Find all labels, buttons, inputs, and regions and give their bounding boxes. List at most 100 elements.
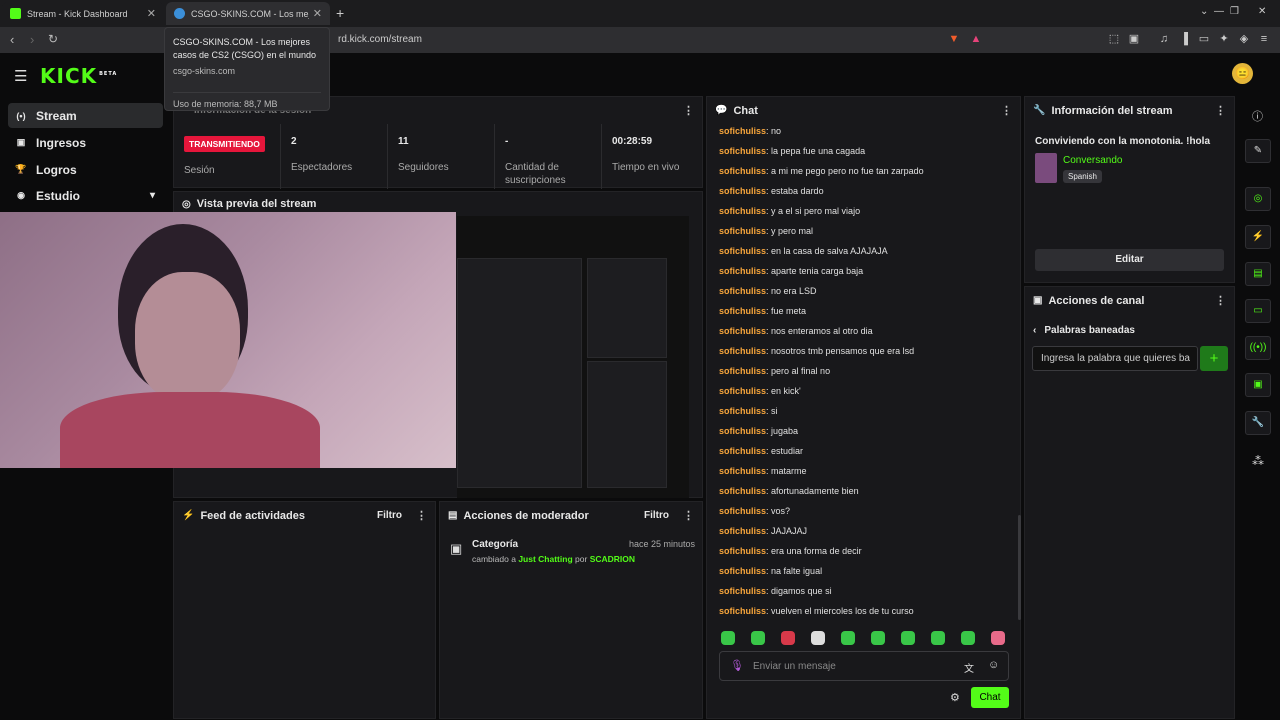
- chat-username[interactable]: sofichuliss: [719, 286, 766, 296]
- address-bar[interactable]: rd.kick.com/stream: [338, 34, 422, 45]
- sidebar-toggle-icon[interactable]: ▐: [1178, 33, 1190, 45]
- extensions-icon[interactable]: ⬚: [1108, 33, 1120, 45]
- chat-username[interactable]: sofichuliss: [719, 346, 766, 356]
- chat-username[interactable]: sofichuliss: [719, 586, 766, 596]
- chat-header: 💬 Chat ⋮: [707, 97, 1020, 124]
- feed-header: ⚡ Feed de actividades Filtro ⋮: [174, 502, 435, 529]
- rail-chat-icon[interactable]: ▭: [1245, 299, 1271, 323]
- emote-icon[interactable]: [871, 631, 885, 645]
- chat-username[interactable]: sofichuliss: [719, 606, 766, 616]
- chat-username[interactable]: sofichuliss: [719, 126, 766, 136]
- rail-doc-icon[interactable]: ▤: [1245, 262, 1271, 286]
- close-tab-icon[interactable]: ✕: [313, 7, 322, 20]
- sidebar-item-ingresos[interactable]: ▣ Ingresos: [8, 130, 163, 155]
- chat-username[interactable]: sofichuliss: [719, 526, 766, 536]
- rail-nodes-icon[interactable]: ⁂: [1252, 454, 1264, 468]
- mod-filter-button[interactable]: Filtro: [644, 510, 669, 521]
- chat-username[interactable]: sofichuliss: [719, 386, 766, 396]
- chat-send-button[interactable]: Chat: [971, 687, 1009, 708]
- rail-target-icon[interactable]: ◎: [1245, 187, 1271, 211]
- screenshot-icon[interactable]: ▣: [1128, 33, 1140, 45]
- user-avatar[interactable]: 😑: [1232, 63, 1253, 84]
- chat-username[interactable]: sofichuliss: [719, 266, 766, 276]
- translate-icon[interactable]: 文: [964, 660, 974, 675]
- chat-username[interactable]: sofichuliss: [719, 446, 766, 456]
- media-icon[interactable]: ♫: [1158, 33, 1170, 45]
- browser-tab-dashboard[interactable]: Stream - Kick Dashboard ✕: [2, 2, 164, 25]
- forward-icon[interactable]: ›: [30, 32, 34, 47]
- emoji-icon[interactable]: ☺: [988, 659, 999, 671]
- kick-logo[interactable]: KICK BETA: [40, 64, 117, 88]
- emote-icon[interactable]: [901, 631, 915, 645]
- rewards-icon[interactable]: ▲: [970, 33, 982, 45]
- more-options-icon[interactable]: ⋮: [1215, 104, 1226, 117]
- chat-username[interactable]: sofichuliss: [719, 326, 766, 336]
- back-icon[interactable]: ‹: [10, 32, 14, 47]
- emote-icon[interactable]: [841, 631, 855, 645]
- menu-icon[interactable]: ≡: [1258, 33, 1270, 45]
- chat-username[interactable]: sofichuliss: [719, 566, 766, 576]
- emote-icon[interactable]: [811, 631, 825, 645]
- chat-username[interactable]: sofichuliss: [719, 366, 766, 376]
- feed-filter-button[interactable]: Filtro: [377, 510, 402, 521]
- more-options-icon[interactable]: ⋮: [683, 509, 694, 522]
- chevron-down-icon[interactable]: ⌄: [1200, 6, 1208, 17]
- brave-shield-icon[interactable]: ▼: [948, 33, 960, 45]
- emote-icon[interactable]: [931, 631, 945, 645]
- window-close-icon[interactable]: ✕: [1258, 6, 1266, 17]
- chat-username[interactable]: sofichuliss: [719, 546, 766, 556]
- chat-username[interactable]: sofichuliss: [719, 246, 766, 256]
- sidebar-item-estudio[interactable]: ◉ Estudio ▾: [8, 183, 163, 208]
- browser-tab-csgo[interactable]: CSGO-SKINS.COM - Los mejores ✕: [166, 2, 330, 25]
- chat-username[interactable]: sofichuliss: [719, 406, 766, 416]
- minimize-icon[interactable]: —: [1214, 6, 1224, 17]
- emote-icon[interactable]: [751, 631, 765, 645]
- rail-layout-icon[interactable]: ▣: [1245, 373, 1271, 397]
- chat-username[interactable]: sofichuliss: [719, 146, 766, 156]
- mod-entry-category[interactable]: Just Chatting: [518, 554, 572, 564]
- mod-entry-user[interactable]: SCADRION: [590, 554, 635, 564]
- wallet-icon[interactable]: ▭: [1198, 33, 1210, 45]
- rail-wrench-icon[interactable]: 🔧: [1245, 411, 1271, 435]
- emote-icon[interactable]: [961, 631, 975, 645]
- rail-lightning-icon[interactable]: ⚡: [1245, 225, 1271, 249]
- emote-icon[interactable]: [721, 631, 735, 645]
- chat-settings-gear-icon[interactable]: ⚙: [950, 691, 960, 704]
- chat-username[interactable]: sofichuliss: [719, 186, 766, 196]
- leo-icon[interactable]: ✦: [1218, 33, 1230, 45]
- hamburger-menu-icon[interactable]: ☰: [14, 67, 27, 85]
- chat-input-box[interactable]: 🎙 Enviar un mensaje 文 ☺: [719, 651, 1009, 681]
- info-icon[interactable]: ⓘ: [1252, 108, 1263, 124]
- edit-pencil-icon[interactable]: ✎: [1245, 139, 1271, 163]
- chat-username[interactable]: sofichuliss: [719, 206, 766, 216]
- rail-broadcast-icon[interactable]: ((•)): [1245, 336, 1271, 360]
- microphone-icon[interactable]: 🎙: [730, 659, 744, 672]
- close-tab-icon[interactable]: ✕: [147, 7, 156, 20]
- more-options-icon[interactable]: ⋮: [1001, 104, 1012, 117]
- maximize-icon[interactable]: ❐: [1230, 6, 1239, 17]
- add-banned-word-button[interactable]: +: [1200, 346, 1228, 371]
- banned-words-back[interactable]: ‹ Palabras baneadas: [1033, 325, 1135, 336]
- chat-username[interactable]: sofichuliss: [719, 306, 766, 316]
- chat-scrollbar[interactable]: [1018, 515, 1021, 620]
- chat-username[interactable]: sofichuliss: [719, 466, 766, 476]
- chat-username[interactable]: sofichuliss: [719, 426, 766, 436]
- stream-category-link[interactable]: Conversando: [1063, 155, 1122, 166]
- emote-icon[interactable]: [781, 631, 795, 645]
- more-options-icon[interactable]: ⋮: [683, 104, 694, 117]
- sidebar-item-stream[interactable]: (•) Stream: [8, 103, 163, 128]
- chat-username[interactable]: sofichuliss: [719, 486, 766, 496]
- sidebar-item-logros[interactable]: 🏆 Logros: [8, 157, 163, 182]
- chat-username[interactable]: sofichuliss: [719, 506, 766, 516]
- vpn-icon[interactable]: ◈: [1238, 33, 1250, 45]
- more-options-icon[interactable]: ⋮: [416, 509, 427, 522]
- chat-username[interactable]: sofichuliss: [719, 226, 766, 236]
- stream-video[interactable]: [457, 216, 689, 498]
- more-options-icon[interactable]: ⋮: [1215, 294, 1226, 307]
- emote-icon[interactable]: [991, 631, 1005, 645]
- banned-word-input[interactable]: Ingresa la palabra que quieres ba: [1032, 346, 1198, 371]
- new-tab-icon[interactable]: +: [336, 5, 344, 21]
- edit-stream-button[interactable]: Editar: [1035, 249, 1224, 271]
- chat-username[interactable]: sofichuliss: [719, 166, 766, 176]
- reload-icon[interactable]: ↻: [48, 32, 58, 46]
